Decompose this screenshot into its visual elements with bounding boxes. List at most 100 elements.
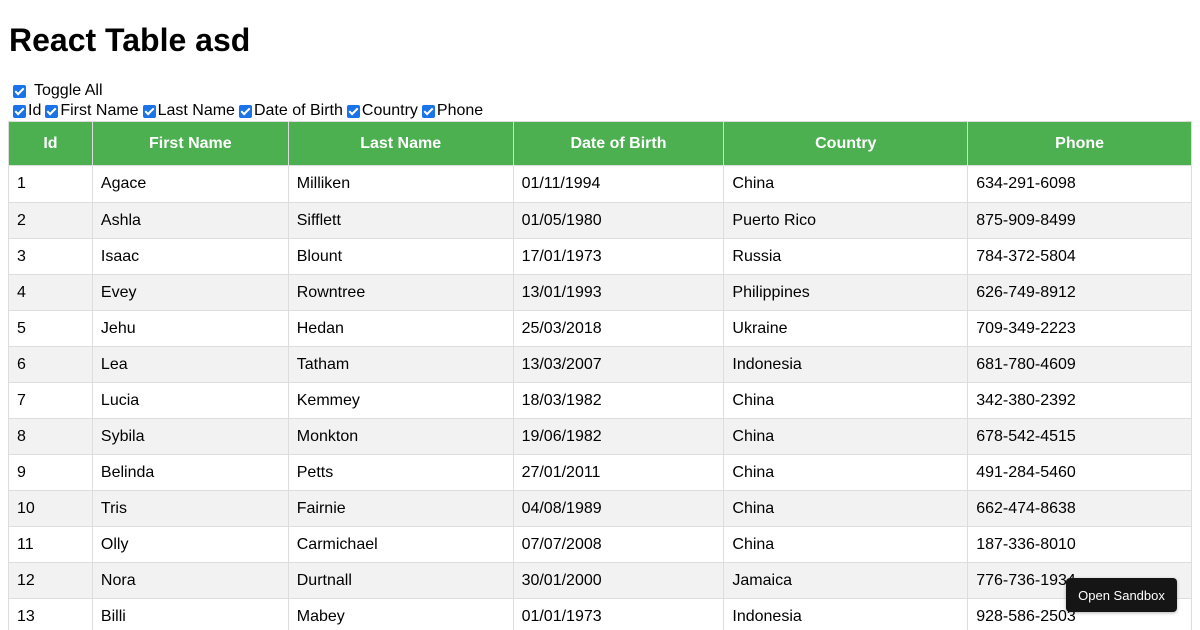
cell-id: 4	[8, 274, 93, 311]
column-header-phone[interactable]: Phone	[967, 121, 1192, 166]
cell-country: China	[723, 418, 969, 455]
column-checkbox-phone[interactable]	[421, 104, 435, 118]
cell-last-name: Milliken	[287, 165, 514, 203]
column-toggle-last-name[interactable]: Last Name	[140, 102, 235, 120]
cell-last-name: Rowntree	[287, 274, 514, 311]
column-checkbox-last-name[interactable]	[142, 104, 156, 118]
toggle-all-checkbox[interactable]	[13, 84, 26, 98]
cell-id: 9	[8, 454, 93, 491]
cell-first-name: Agace	[91, 165, 289, 203]
cell-phone: 709-349-2223	[967, 310, 1192, 347]
cell-last-name: Monkton	[287, 418, 514, 455]
cell-country: China	[723, 165, 969, 203]
cell-date-of-birth: 18/03/1982	[512, 382, 725, 419]
cell-first-name: Tris	[91, 490, 289, 527]
column-toggles: Id First Name Last Name Date of Birth Co…	[10, 101, 484, 121]
column-toggle-id[interactable]: Id	[10, 102, 41, 120]
cell-last-name: Mabey	[287, 598, 514, 630]
cell-id: 13	[8, 598, 93, 630]
cell-phone: 491-284-5460	[967, 454, 1192, 491]
cell-date-of-birth: 19/06/1982	[512, 418, 725, 455]
cell-id: 3	[8, 238, 93, 275]
cell-phone: 187-336-8010	[967, 526, 1192, 563]
column-toggle-label: Date of Birth	[253, 102, 343, 119]
column-checkbox-country[interactable]	[346, 104, 360, 118]
cell-id: 7	[8, 382, 93, 419]
table-body: 1 Agace Milliken 01/11/1994 China 634-291-609…	[8, 165, 1192, 630]
cell-phone: 875-909-8499	[967, 202, 1192, 239]
column-toggle-country[interactable]: Country	[344, 102, 418, 120]
cell-last-name: Carmichael	[287, 526, 514, 563]
cell-last-name: Sifflett	[287, 202, 514, 239]
cell-phone: 634-291-6098	[967, 165, 1192, 203]
table-row: 4 Evey Rowntree 13/01/1993 Philippines 626-74…	[8, 274, 1192, 311]
table-row: 2 Ashla Sifflett 01/05/1980 Puerto Rico 875-9…	[8, 202, 1192, 239]
column-header-first-name[interactable]: First Name	[91, 121, 289, 166]
data-table: Id First Name Last Name Date of Birth Co…	[8, 121, 1192, 630]
cell-first-name: Olly	[91, 526, 289, 563]
table-row: 5 Jehu Hedan 25/03/2018 Ukraine 709-349-2223	[8, 310, 1192, 347]
column-toggle-first-name[interactable]: First Name	[42, 102, 139, 120]
cell-id: 2	[8, 202, 93, 239]
cell-last-name: Fairnie	[287, 490, 514, 527]
table-row: 7 Lucia Kemmey 18/03/1982 China 342-380-2392	[8, 382, 1192, 419]
cell-country: China	[723, 526, 969, 563]
cell-first-name: Belinda	[91, 454, 289, 491]
column-toggle-phone[interactable]: Phone	[419, 102, 483, 120]
column-header-country[interactable]: Country	[723, 121, 969, 166]
cell-date-of-birth: 13/03/2007	[512, 346, 725, 383]
column-toggle-label: Last Name	[157, 102, 235, 119]
table-row: 8 Sybila Monkton 19/06/1982 China 678-542-451…	[8, 418, 1192, 455]
column-checkbox-date-of-birth[interactable]	[238, 104, 252, 118]
cell-first-name: Lucia	[91, 382, 289, 419]
table-header-row: Id First Name Last Name Date of Birth Co…	[8, 121, 1192, 166]
cell-last-name: Blount	[287, 238, 514, 275]
cell-id: 12	[8, 562, 93, 599]
cell-last-name: Durtnall	[287, 562, 514, 599]
cell-first-name: Ashla	[91, 202, 289, 239]
cell-phone: 681-780-4609	[967, 346, 1192, 383]
column-toggle-label: First Name	[60, 102, 139, 119]
cell-date-of-birth: 13/01/1993	[512, 274, 725, 311]
cell-country: Philippines	[723, 274, 969, 311]
cell-country: Indonesia	[723, 598, 969, 630]
table-row: 1 Agace Milliken 01/11/1994 China 634-291-609…	[8, 165, 1192, 203]
cell-id: 1	[8, 165, 93, 203]
column-toggle-label: Id	[28, 102, 42, 119]
cell-last-name: Hedan	[287, 310, 514, 347]
cell-first-name: Sybila	[91, 418, 289, 455]
cell-phone: 784-372-5804	[967, 238, 1192, 275]
cell-first-name: Nora	[91, 562, 289, 599]
column-checkbox-id[interactable]	[13, 104, 26, 118]
cell-last-name: Kemmey	[287, 382, 514, 419]
column-toggle-label: Phone	[436, 102, 484, 119]
column-checkbox-first-name[interactable]	[45, 104, 59, 118]
table-row: 6 Lea Tatham 13/03/2007 Indonesia 681-780-460…	[8, 346, 1192, 383]
cell-date-of-birth: 01/01/1973	[512, 598, 725, 630]
cell-country: Indonesia	[723, 346, 969, 383]
cell-date-of-birth: 27/01/2011	[512, 454, 725, 491]
cell-first-name: Lea	[91, 346, 289, 383]
cell-country: Jamaica	[723, 562, 969, 599]
cell-country: Ukraine	[723, 310, 969, 347]
cell-first-name: Isaac	[91, 238, 289, 275]
open-sandbox-button[interactable]: Open Sandbox	[1066, 578, 1177, 612]
toggle-all-control[interactable]: Toggle All	[10, 81, 103, 101]
page: React Table asd Toggle All Id First Name…	[0, 0, 1200, 630]
cell-first-name: Jehu	[91, 310, 289, 347]
cell-phone: 626-749-8912	[967, 274, 1192, 311]
column-header-date-of-birth[interactable]: Date of Birth	[512, 121, 725, 166]
column-header-last-name[interactable]: Last Name	[287, 121, 514, 166]
cell-date-of-birth: 04/08/1989	[512, 490, 725, 527]
cell-phone: 678-542-4515	[967, 418, 1192, 455]
column-toggle-date-of-birth[interactable]: Date of Birth	[236, 102, 343, 120]
cell-first-name: Evey	[91, 274, 289, 311]
cell-country: China	[723, 454, 969, 491]
cell-date-of-birth: 30/01/2000	[512, 562, 725, 599]
table-row: 10 Tris Fairnie 04/08/1989 China 662-474-8638	[8, 490, 1192, 527]
cell-id: 5	[8, 310, 93, 347]
table-row: 12 Nora Durtnall 30/01/2000 Jamaica 776-736-1…	[8, 562, 1192, 599]
cell-date-of-birth: 01/05/1980	[512, 202, 725, 239]
cell-phone: 342-380-2392	[967, 382, 1192, 419]
column-header-id[interactable]: Id	[8, 121, 93, 166]
